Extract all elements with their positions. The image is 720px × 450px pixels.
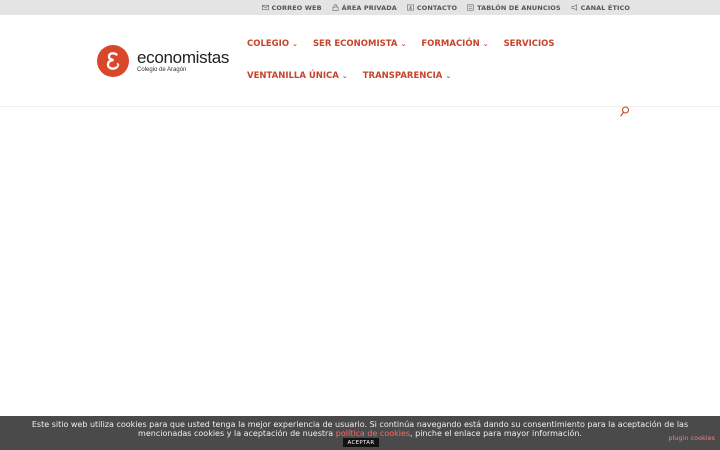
nav-item-transparencia[interactable]: TRANSPARENCIA ⌄: [363, 71, 452, 81]
logo-mark-icon: [97, 45, 129, 77]
nav-item-label: SER ECONOMISTA: [312, 39, 398, 49]
top-bar: CORREO WEB ÁREA PRIVADA CONTACTO TABLÓN …: [0, 0, 720, 15]
top-link-contacto[interactable]: CONTACTO: [406, 3, 458, 12]
logo-text: economistas Colegio de Aragón: [137, 49, 229, 73]
nav-item-ventanilla-unica[interactable]: VENTANILLA ÚNICA ⌄: [247, 71, 348, 81]
plugin-cookies-link[interactable]: plugin cookies: [668, 434, 715, 442]
cookie-accept-button[interactable]: ACEPTAR: [343, 438, 379, 447]
board-icon: [467, 4, 474, 11]
logo-name: economistas: [137, 48, 230, 67]
site-logo[interactable]: economistas Colegio de Aragón: [97, 44, 232, 78]
top-link-label: TABLÓN DE ANUNCIOS: [477, 3, 561, 12]
top-link-label: CONTACTO: [416, 3, 458, 12]
search-button[interactable]: [620, 102, 630, 117]
main-nav-row-1: COLEGIO ⌄ SER ECONOMISTA ⌄ FORMACIÓN ⌄ S…: [247, 38, 555, 50]
top-links: CORREO WEB ÁREA PRIVADA CONTACTO TABLÓN …: [261, 0, 630, 15]
top-link-canal-etico[interactable]: CANAL ÉTICO: [571, 4, 630, 12]
top-link-tablon-de-anuncios[interactable]: TABLÓN DE ANUNCIOS: [467, 4, 561, 12]
nav-item-label: SERVICIOS: [503, 39, 555, 49]
logo-subtitle: Colegio de Aragón: [137, 67, 187, 73]
search-icon: [620, 106, 630, 117]
nav-item-label: FORMACIÓN: [421, 39, 480, 49]
nav-item-formacion[interactable]: FORMACIÓN ⌄: [421, 39, 488, 49]
nav-item-label: VENTANILLA ÚNICA: [247, 71, 339, 81]
top-link-label: CANAL ÉTICO: [580, 3, 630, 12]
top-link-label: ÁREA PRIVADA: [341, 3, 397, 12]
nav-item-colegio[interactable]: COLEGIO ⌄: [247, 39, 298, 49]
nav-item-label: TRANSPARENCIA: [362, 71, 443, 81]
cookie-message: Este sitio web utiliza cookies para que …: [20, 420, 700, 438]
chevron-down-icon: ⌄: [341, 72, 348, 80]
top-link-area-privada[interactable]: ÁREA PRIVADA: [332, 4, 397, 12]
chevron-down-icon: ⌄: [482, 40, 489, 48]
nav-item-ser-economista[interactable]: SER ECONOMISTA ⌄: [313, 39, 406, 49]
chevron-down-icon: ⌄: [292, 40, 298, 48]
megaphone-icon: [571, 4, 578, 11]
lock-icon: [332, 4, 339, 11]
cookie-policy-link[interactable]: política de cookies: [336, 429, 410, 438]
chevron-down-icon: ⌄: [400, 40, 407, 48]
contact-card-icon: [406, 4, 414, 11]
top-link-correo-web[interactable]: CORREO WEB: [261, 3, 322, 12]
cookie-text-after: , pinche el enlace para mayor informació…: [410, 429, 582, 438]
nav-item-label: COLEGIO: [247, 39, 290, 49]
main-nav-row-2: VENTANILLA ÚNICA ⌄ TRANSPARENCIA ⌄: [247, 70, 451, 82]
chevron-down-icon: ⌄: [445, 72, 452, 80]
mail-icon: [261, 4, 269, 11]
top-link-label: CORREO WEB: [271, 3, 322, 12]
nav-item-servicios[interactable]: SERVICIOS: [504, 39, 555, 49]
